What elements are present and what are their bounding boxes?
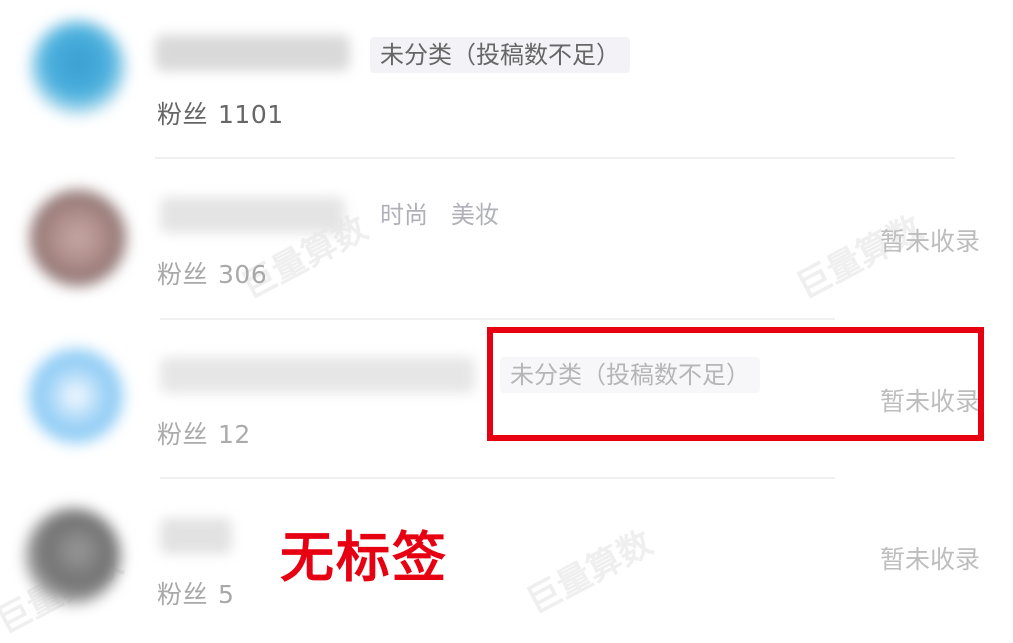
fans-number: 5 <box>218 580 235 609</box>
fans-label: 粉丝 <box>157 580 209 609</box>
account-name-blurred <box>160 518 232 554</box>
account-name-blurred <box>160 197 345 233</box>
avatar <box>30 20 126 116</box>
fans-count: 粉丝 5 <box>157 575 234 611</box>
avatar <box>28 348 124 444</box>
highlight-box <box>487 327 984 441</box>
status-text: 暂未收录 <box>879 545 980 574</box>
divider <box>155 157 955 159</box>
fans-label: 粉丝 <box>157 420 209 449</box>
avatar <box>25 508 121 604</box>
fans-count: 粉丝 306 <box>157 255 267 291</box>
account-name-blurred <box>160 357 475 393</box>
category-tag: 未分类（投稿数不足） <box>370 37 630 73</box>
divider <box>160 477 835 479</box>
fans-count: 粉丝 12 <box>157 415 251 451</box>
avatar <box>30 190 126 286</box>
status-text: 暂未收录 <box>879 227 980 256</box>
account-name-blurred <box>155 35 350 71</box>
list-item[interactable]: 未分类（投稿数不足） 粉丝 1101 <box>0 0 1013 158</box>
fans-label: 粉丝 <box>157 100 209 129</box>
fans-count: 粉丝 1101 <box>157 95 284 131</box>
list-item[interactable]: 时尚 美妆 粉丝 306 暂未收录 <box>0 160 1013 318</box>
fans-number: 306 <box>218 260 268 289</box>
annotation-label: 无标签 <box>280 526 448 589</box>
list-item[interactable]: 粉丝 5 暂未收录 <box>0 480 1013 639</box>
category-tag: 时尚 美妆 <box>380 201 499 229</box>
fans-label: 粉丝 <box>157 260 209 289</box>
fans-number: 12 <box>218 420 251 449</box>
fans-number: 1101 <box>218 100 284 129</box>
